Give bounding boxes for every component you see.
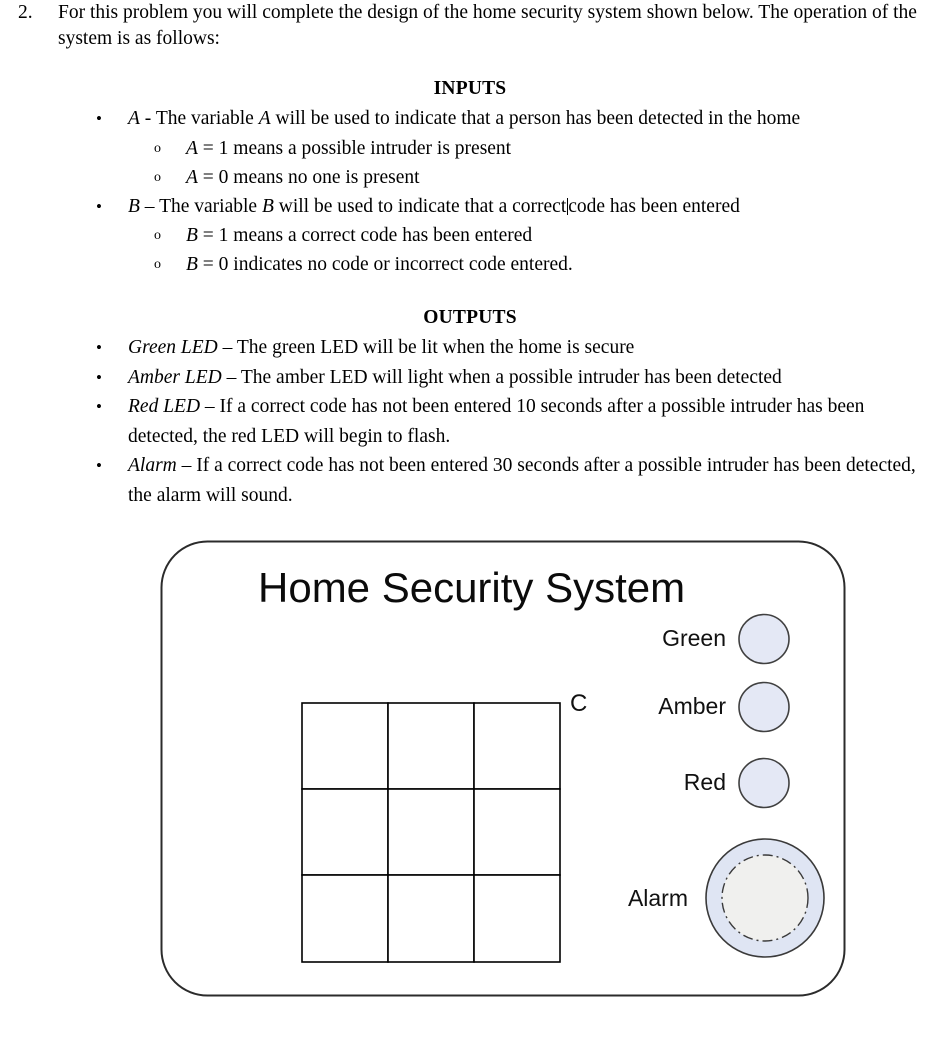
bullet-icon: • (96, 367, 102, 387)
keypad-cell[interactable] (387, 702, 475, 790)
sub-variable: A (186, 166, 198, 188)
output-term: Red LED (128, 396, 201, 417)
output-text: – If a correct code has not been entered… (128, 396, 865, 447)
document-body: 2. For this problem you will complete th… (0, 0, 940, 510)
alarm-label: Alarm (628, 885, 688, 911)
outputs-heading: OUTPUTS (423, 307, 517, 328)
green-led-icon[interactable] (738, 613, 790, 665)
bullet-icon: • (96, 196, 102, 216)
sub-bullet-icon: o (154, 169, 161, 185)
keypad-cell[interactable] (473, 702, 561, 790)
input-b-sublist: o B = 1 means a correct code has been ent… (128, 221, 926, 279)
variable-a-2: A (258, 108, 271, 129)
keypad-cell[interactable] (473, 874, 561, 963)
output-text: – The green LED will be lit when the hom… (217, 337, 635, 358)
sub-text: = 1 means a correct code has been entere… (197, 225, 533, 246)
outputs-list: • Green LED – The green LED will be lit w… (0, 333, 940, 510)
input-b-text-3: code has been entered (568, 195, 740, 217)
output-item-green-led: • Green LED – The green LED will be lit w… (0, 333, 940, 363)
sub-bullet-icon: o (154, 228, 161, 243)
question-number: 2. (18, 2, 33, 23)
bullet-icon: • (96, 109, 102, 128)
input-a-sublist: o A = 1 means a possible intruder is pres… (128, 134, 926, 192)
question-text: For this problem you will complete the d… (58, 2, 917, 49)
output-item-amber-led: • Amber LED – The amber LED will light wh… (0, 363, 940, 393)
output-text: – The amber LED will light when a possib… (221, 366, 782, 388)
sub-variable: B (186, 254, 198, 275)
output-term: Amber LED (128, 366, 222, 388)
sub-variable: B (186, 225, 198, 246)
output-text: – If a correct code has not been entered… (128, 455, 916, 506)
output-term: Green LED (128, 337, 218, 358)
amber-led-icon[interactable] (738, 681, 790, 733)
green-led-label: Green (662, 625, 726, 651)
output-term: Alarm (128, 455, 177, 476)
input-item-a: • A - The variable A will be used to indi… (0, 104, 940, 192)
keypad-cell[interactable] (473, 788, 561, 876)
keypad-grid (301, 702, 561, 963)
keypad-cell[interactable] (301, 702, 389, 790)
bullet-icon: • (96, 338, 102, 357)
panel-title: Home Security System (258, 564, 685, 611)
red-led-label: Red (684, 769, 726, 795)
sub-text: = 0 means no one is present (197, 166, 420, 188)
input-a-text: - The variable (139, 108, 259, 129)
variable-b: B (128, 195, 140, 217)
input-a-sub-2: o A = 0 means no one is present (128, 163, 926, 192)
bullet-icon: • (96, 397, 102, 416)
sub-bullet-icon: o (154, 140, 161, 156)
input-item-b: • B – The variable B will be used to indi… (0, 192, 940, 280)
keypad-cell[interactable] (301, 788, 389, 876)
red-led-icon[interactable] (738, 757, 790, 809)
input-a-text-2: will be used to indicate that a person h… (270, 108, 801, 129)
variable-b-2: B (261, 195, 274, 217)
keypad-cell[interactable] (301, 874, 389, 963)
sub-bullet-icon: o (154, 257, 161, 272)
output-item-red-led: • Red LED – If a correct code has not bee… (0, 392, 940, 451)
home-security-system-diagram: Home Security System C Green Amber Red A… (0, 534, 940, 1014)
keypad-label-c: C (570, 690, 587, 717)
input-b-text-2: will be used to indicate that a correct (273, 195, 567, 217)
inputs-list: • A - The variable A will be used to indi… (0, 104, 940, 279)
inputs-heading: INPUTS (433, 78, 507, 99)
amber-led-label: Amber (658, 693, 726, 719)
input-b-sub-1: o B = 1 means a correct code has been ent… (128, 221, 926, 250)
variable-a: A (128, 108, 140, 129)
question-item: 2. For this problem you will complete th… (0, 0, 940, 52)
keypad-cell[interactable] (387, 788, 475, 876)
input-a-sub-1: o A = 1 means a possible intruder is pres… (128, 134, 926, 163)
bullet-icon: • (96, 456, 102, 475)
sub-text: = 1 means a possible intruder is present (197, 137, 512, 159)
alarm-speaker-inner-icon (721, 854, 809, 942)
input-b-text: – The variable (139, 195, 262, 217)
sub-text: = 0 indicates no code or incorrect code … (197, 254, 573, 275)
keypad-cell[interactable] (387, 874, 475, 963)
sub-variable: A (186, 137, 198, 159)
input-b-sub-2: o B = 0 indicates no code or incorrect co… (128, 250, 926, 279)
output-item-alarm: • Alarm – If a correct code has not been … (0, 451, 940, 510)
